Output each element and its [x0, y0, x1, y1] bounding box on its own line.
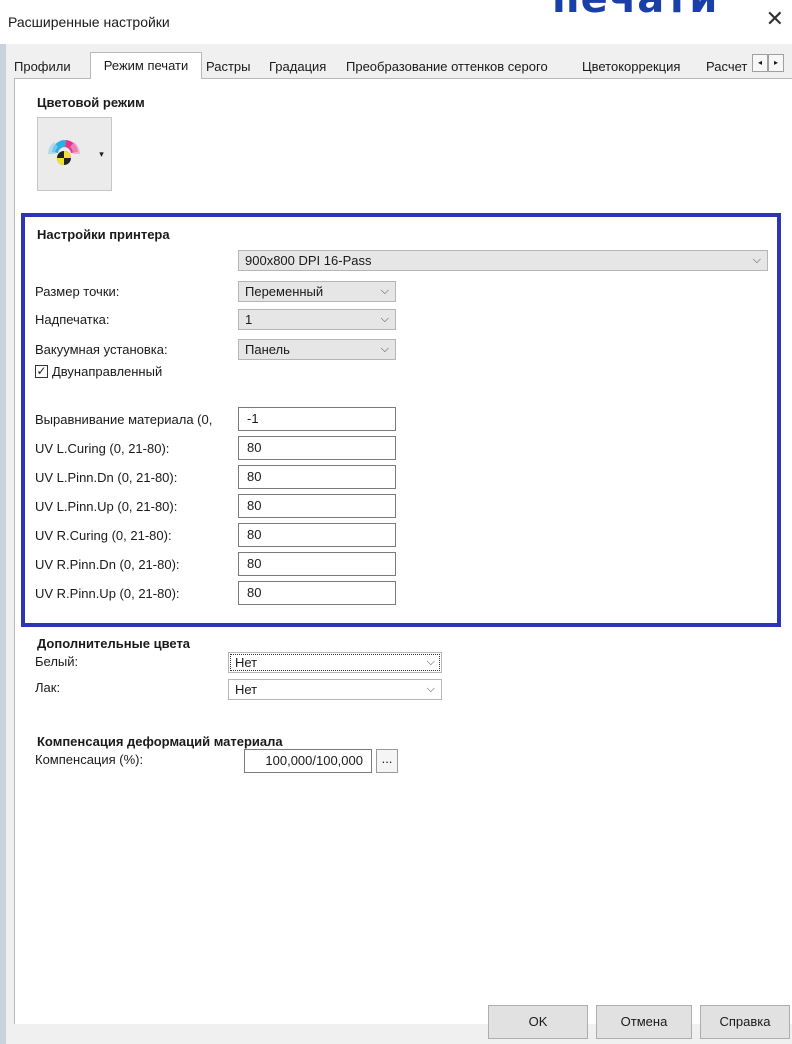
tab-scroll-right-button[interactable]: ▸ [768, 54, 784, 72]
varnish-value: Нет [235, 682, 258, 697]
help-button[interactable]: Справка [700, 1005, 790, 1039]
tab-grayscale-conversion[interactable]: Преобразование оттенков серого [346, 56, 548, 78]
resolution-value: 900x800 DPI 16-Pass [245, 253, 372, 268]
advanced-settings-window: Расширенные настройки печати ✕ Профили Р… [0, 0, 792, 1044]
window-left-edge [0, 44, 6, 1044]
overprint-select[interactable]: 1 ⌵ [238, 309, 396, 330]
tab-color-correction[interactable]: Цветокоррекция [582, 56, 680, 78]
ok-button[interactable]: OK [488, 1005, 588, 1039]
print-mode-panel: Цветовой режим ▾ Настройки принтера 900x… [14, 79, 792, 1024]
tab-scroll-arrows: ◂ ▸ [752, 54, 784, 72]
title-bar: Расширенные настройки печати ✕ [0, 0, 792, 44]
uv-r-pinn-up-field[interactable]: 80 [238, 581, 396, 605]
white-select[interactable]: Нет ⌵ [228, 652, 442, 673]
printer-settings-title: Настройки принтера [37, 227, 170, 242]
bidirectional-checkbox[interactable]: ✓ [35, 365, 48, 378]
chevron-down-icon: ⌵ [426, 683, 435, 695]
uv-l-curing-label: UV L.Curing (0, 21-80): [35, 441, 170, 456]
resolution-select[interactable]: 900x800 DPI 16-Pass ⌵ [238, 250, 768, 271]
color-mode-title: Цветовой режим [37, 95, 145, 110]
dot-size-value: Переменный [245, 284, 324, 299]
uv-l-pinn-up-field[interactable]: 80 [238, 494, 396, 518]
cmyk-color-wheel-icon [48, 139, 80, 165]
uv-r-curing-label: UV R.Curing (0, 21-80): [35, 528, 172, 543]
overlay-heading: печати [552, 0, 718, 22]
tab-screens[interactable]: Растры [206, 56, 251, 78]
vacuum-select[interactable]: Панель ⌵ [238, 339, 396, 360]
uv-r-curing-field[interactable]: 80 [238, 523, 396, 547]
uv-r-pinn-dn-label: UV R.Pinn.Dn (0, 21-80): [35, 557, 180, 572]
dot-size-select[interactable]: Переменный ⌵ [238, 281, 396, 302]
close-button[interactable]: ✕ [766, 8, 784, 30]
overprint-value: 1 [245, 312, 253, 327]
chevron-down-icon: ⌵ [380, 313, 389, 325]
white-value: Нет [235, 655, 258, 670]
window-title: Расширенные настройки [8, 14, 170, 30]
material-alignment-label: Выравнивание материала (0, [35, 412, 213, 427]
dot-size-label: Размер точки: [35, 284, 120, 299]
compensation-more-button[interactable]: ... [376, 749, 398, 773]
chevron-down-icon: ⌵ [426, 656, 435, 668]
bidirectional-label: Двунаправленный [52, 364, 163, 379]
white-label: Белый: [35, 654, 79, 669]
chevron-down-icon: ⌵ [752, 254, 761, 266]
vacuum-value: Панель [245, 342, 290, 357]
uv-l-pinn-up-label: UV L.Pinn.Up (0, 21-80): [35, 499, 178, 514]
overprint-label: Надпечатка: [35, 312, 110, 327]
uv-r-pinn-dn-field[interactable]: 80 [238, 552, 396, 576]
color-mode-button[interactable] [37, 117, 94, 191]
deformation-title: Компенсация деформаций материала [37, 734, 283, 749]
tab-scroll-left-button[interactable]: ◂ [752, 54, 768, 72]
varnish-label: Лак: [35, 680, 61, 695]
color-mode-dropdown-button[interactable]: ▾ [92, 117, 112, 191]
uv-l-curing-field[interactable]: 80 [238, 436, 396, 460]
cancel-button[interactable]: Отмена [596, 1005, 692, 1039]
tab-calculation[interactable]: Расчет [706, 56, 754, 78]
uv-l-pinn-dn-field[interactable]: 80 [238, 465, 396, 489]
compensation-label: Компенсация (%): [35, 752, 144, 767]
tab-gradation[interactable]: Градация [269, 56, 326, 78]
vacuum-label: Вакуумная установка: [35, 342, 168, 357]
material-alignment-field[interactable]: -1 [238, 407, 396, 431]
tab-profiles[interactable]: Профили [14, 56, 71, 78]
chevron-down-icon: ⌵ [380, 285, 389, 297]
varnish-select[interactable]: Нет ⌵ [228, 679, 442, 700]
compensation-field[interactable]: 100,000/100,000 [244, 749, 372, 773]
uv-r-pinn-up-label: UV R.Pinn.Up (0, 21-80): [35, 586, 180, 601]
extra-colors-title: Дополнительные цвета [37, 636, 191, 651]
tab-strip: Профили Режим печати Растры Градация Пре… [14, 52, 792, 80]
uv-l-pinn-dn-label: UV L.Pinn.Dn (0, 21-80): [35, 470, 178, 485]
chevron-down-icon: ⌵ [380, 343, 389, 355]
tab-print-mode[interactable]: Режим печати [90, 52, 202, 80]
